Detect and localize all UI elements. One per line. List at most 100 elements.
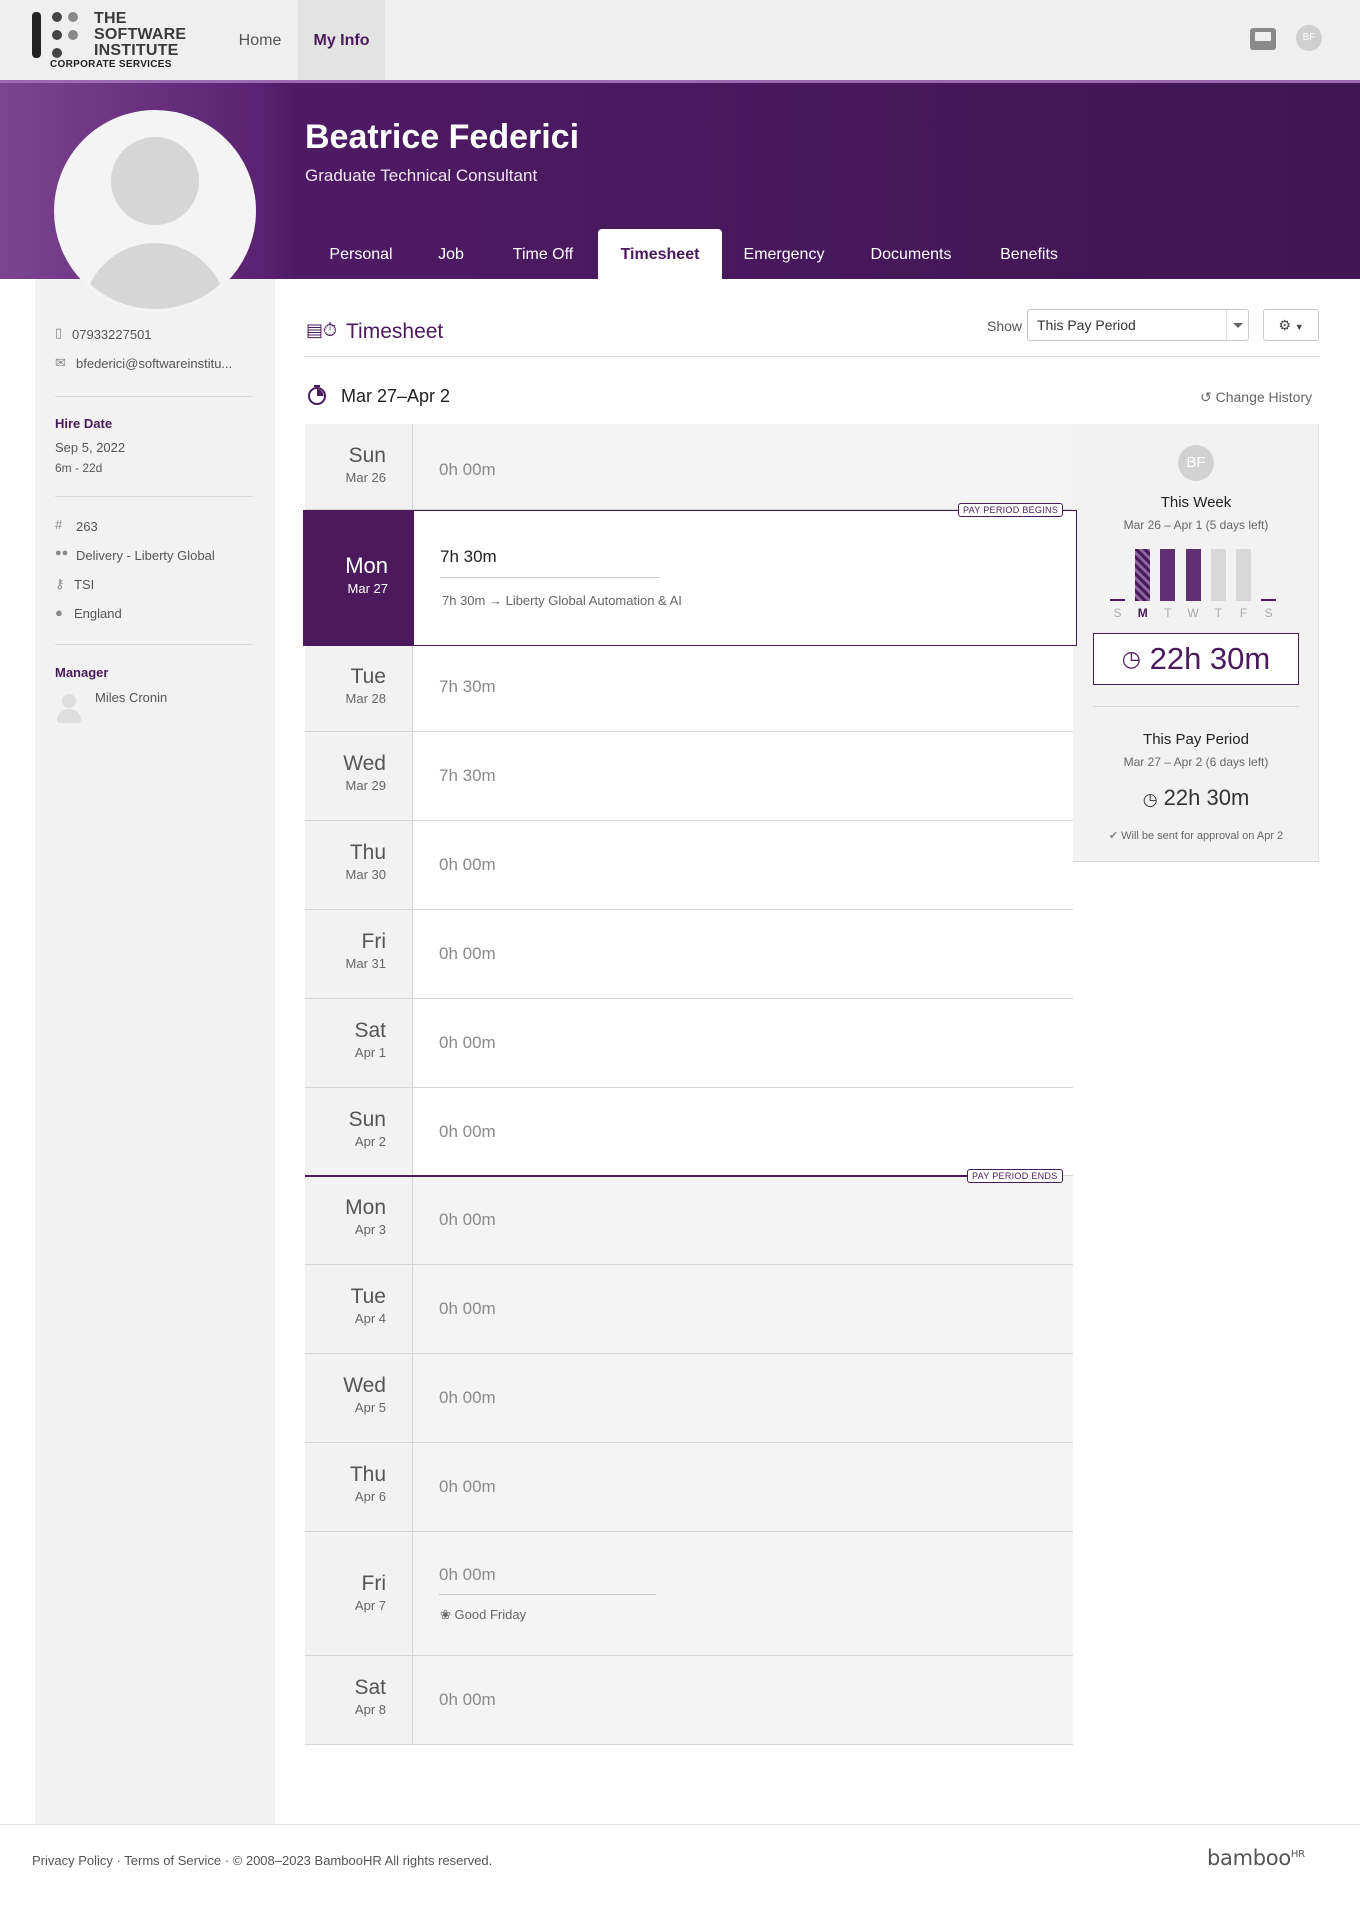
top-navigation: THE SOFTWARE INSTITUTE CORPORATE SERVICE…	[0, 0, 1360, 80]
hours-cell	[413, 1354, 1073, 1442]
employee-name: Beatrice Federici	[305, 118, 580, 156]
tab-documents[interactable]: Documents	[856, 229, 966, 279]
stopwatch-icon	[308, 385, 326, 405]
day-date: Apr 4	[354, 1311, 386, 1326]
day-row[interactable]: Sun Mar 26 0h 00m	[305, 424, 1073, 510]
inbox-icon[interactable]	[1250, 28, 1276, 50]
day-name: Tue	[350, 665, 386, 688]
day-name: Sat	[354, 1019, 386, 1042]
people-icon: ●●	[55, 547, 69, 559]
phone-number[interactable]: 07933227501	[72, 327, 152, 342]
show-label: Show	[987, 318, 1023, 334]
tenure: 6m - 22d	[55, 461, 103, 475]
hours-total: 0h 00m	[439, 1690, 496, 1709]
day-bar	[1160, 549, 1176, 601]
manager-avatar[interactable]	[56, 692, 82, 724]
day-row[interactable]: Thu Apr 6 0h 00m	[305, 1443, 1073, 1532]
day-bar-label: W	[1187, 606, 1199, 620]
settings-menu-button[interactable]: ⚙ ▼	[1263, 309, 1319, 341]
hours-cell	[413, 1176, 1073, 1264]
day-row[interactable]: Tue Apr 4 0h 00m	[305, 1265, 1073, 1354]
hours-total: 7h 30m	[439, 766, 496, 785]
time-entry[interactable]: 7h 30m → Liberty Global Automation & AI	[442, 593, 682, 608]
hours-cell	[413, 732, 1073, 820]
hire-date: Sep 5, 2022	[55, 440, 126, 455]
sidebar-divider	[55, 396, 253, 397]
employee-job-title: Graduate Technical Consultant	[305, 166, 538, 185]
day-cell: Thu Apr 6	[305, 1443, 413, 1531]
privacy-policy-link[interactable]: Privacy Policy	[32, 1853, 113, 1868]
hours-total: 0h 00m	[439, 1565, 496, 1584]
week-bar-chart: S M T W T F S	[1110, 545, 1282, 625]
org-chart-icon: ⚷	[55, 576, 65, 591]
employee-sidebar	[35, 279, 275, 1824]
bamboohr-logo[interactable]: bambooHR	[1207, 1846, 1305, 1870]
profile-photo[interactable]	[54, 110, 256, 312]
day-name: Fri	[361, 930, 387, 953]
pay-period-ends-badge: PAY PERIOD ENDS	[967, 1169, 1063, 1183]
history-icon: ↺	[1200, 389, 1212, 405]
day-row[interactable]: Fri Mar 31 0h 00m	[305, 910, 1073, 999]
department: Delivery - Liberty Global	[76, 548, 215, 563]
day-row[interactable]: Fri Apr 7 0h 00m	[305, 1532, 1073, 1656]
day-cell: Sat Apr 8	[305, 1656, 413, 1744]
day-row[interactable]: Tue Mar 28 7h 30m	[305, 645, 1073, 732]
day-date: Mar 27	[347, 581, 388, 596]
hours-total: 0h 00m	[439, 460, 496, 479]
user-avatar[interactable]: BF	[1296, 25, 1322, 51]
day-bar-label: S	[1264, 606, 1273, 620]
day-name: Sun	[348, 1108, 386, 1131]
tab-job[interactable]: Job	[424, 229, 478, 279]
period-total-row: ◷ 22h 30m	[1073, 785, 1319, 811]
employee-number: 263	[76, 519, 98, 534]
day-date: Mar 28	[345, 691, 386, 706]
logo-dot	[52, 48, 62, 58]
hours-total: 0h 00m	[439, 1122, 496, 1141]
change-history-label: Change History	[1215, 389, 1313, 405]
day-row[interactable]: Wed Mar 29 7h 30m	[305, 732, 1073, 821]
tab-time-off[interactable]: Time Off	[498, 229, 588, 279]
manager-name[interactable]: Miles Cronin	[95, 690, 167, 705]
day-cell: Sun Apr 2	[305, 1088, 413, 1175]
day-bar	[1185, 549, 1201, 601]
tab-timesheet[interactable]: Timesheet	[598, 229, 722, 279]
pay-period-begins-badge: PAY PERIOD BEGINS	[958, 503, 1064, 517]
approval-note: Will be sent for approval on Apr 2	[1121, 830, 1284, 842]
day-row[interactable]: Thu Mar 30 0h 00m	[305, 821, 1073, 910]
day-name: Mon	[345, 1196, 386, 1219]
logo-dot	[68, 30, 78, 40]
day-bar-label: T	[1214, 606, 1222, 620]
day-bar	[1210, 549, 1226, 601]
hours-cell	[413, 1265, 1073, 1353]
day-row[interactable]: Wed Apr 5 0h 00m	[305, 1354, 1073, 1443]
day-row[interactable]: Sun Apr 2 0h 00m	[305, 1088, 1073, 1176]
day-date: Apr 3	[354, 1222, 386, 1237]
change-history-link[interactable]: ↺ Change History	[1200, 389, 1312, 406]
tab-personal[interactable]: Personal	[318, 229, 404, 279]
day-name: Tue	[350, 1285, 386, 1308]
day-row[interactable]: Mon Apr 3 0h 00m	[305, 1176, 1073, 1265]
holiday-label: Good Friday	[454, 1607, 527, 1622]
hours-total: 0h 00m	[439, 1033, 496, 1052]
tab-benefits[interactable]: Benefits	[986, 229, 1072, 279]
hours-underline	[440, 577, 660, 578]
pay-period-select[interactable]: This Pay Period	[1027, 309, 1249, 341]
hours-cell	[413, 1088, 1073, 1175]
hours-total: 7h 30m	[439, 677, 496, 696]
day-row[interactable]: Sat Apr 8 0h 00m	[305, 1656, 1073, 1745]
nav-tab-home[interactable]: Home	[230, 0, 290, 80]
day-row[interactable]: Sat Apr 1 0h 00m	[305, 999, 1073, 1088]
terms-of-service-link[interactable]: Terms of Service	[124, 1853, 221, 1868]
clock-icon: ◷	[1142, 790, 1158, 809]
day-cell: Fri Mar 31	[305, 910, 413, 998]
tab-emergency[interactable]: Emergency	[732, 229, 836, 279]
day-row-selected[interactable]: Mon Mar 27 7h 30m 7h 30m → Liberty Globa…	[303, 510, 1077, 646]
nav-tab-my-info[interactable]: My Info	[298, 0, 385, 80]
company-logo[interactable]: THE SOFTWARE INSTITUTE CORPORATE SERVICE…	[32, 10, 202, 72]
day-name: Wed	[343, 1374, 386, 1397]
day-bar	[1261, 599, 1277, 601]
hours-total: 0h 00m	[439, 855, 496, 874]
email-address[interactable]: bfederici@softwareinstitu...	[76, 356, 232, 371]
summary-avatar: BF	[1178, 445, 1214, 481]
brand-name: bamboo	[1207, 1846, 1291, 1870]
